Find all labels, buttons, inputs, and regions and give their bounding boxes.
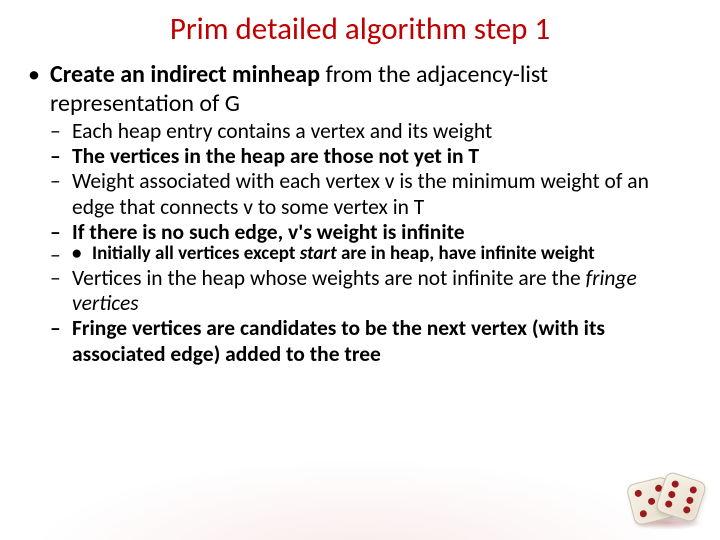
bullet-l2-2: The vertices in the heap are those not y… xyxy=(50,144,692,169)
bullet-list-level2a-cont: Initially all vertices except start are … xyxy=(50,243,692,265)
bullet-l2b-1-prefix: Vertices in the heap whose weights are n… xyxy=(72,265,586,291)
dice-icon xyxy=(626,454,708,532)
slide-title: Prim detailed algorithm step 1 xyxy=(28,10,692,48)
wrapper-l3: Initially all vertices except start are … xyxy=(50,243,692,265)
bullet-l1-1-bold: Create an indirect minheap xyxy=(50,60,320,89)
bottom-glow xyxy=(0,450,720,540)
bullet-l2c-1: Fringe vertices are candidates to be the… xyxy=(50,316,692,367)
bullet-list-level2a: Each heap entry contains a vertex and it… xyxy=(50,119,692,246)
bullet-list-level1: Create an indirect minheap from the adja… xyxy=(28,60,692,367)
bullet-l1-1: Create an indirect minheap from the adja… xyxy=(28,60,692,367)
bullet-list-level2b: Vertices in the heap whose weights are n… xyxy=(50,266,692,367)
die-right xyxy=(655,471,708,524)
bullet-l2b-1: Vertices in the heap whose weights are n… xyxy=(50,266,692,317)
bullet-l3-1: Initially all vertices except start are … xyxy=(72,243,692,265)
bullet-l2-3: Weight associated with each vertex v is … xyxy=(50,169,692,220)
bullet-l2-1: Each heap entry contains a vertex and it… xyxy=(50,119,692,144)
slide: Prim detailed algorithm step 1 Create an… xyxy=(0,0,720,540)
dice-shadow xyxy=(632,516,704,530)
bullet-l3-1-rest: are in heap, have infinite weight xyxy=(337,242,595,265)
bullet-l3-1-prefix: Initially all vertices except xyxy=(92,242,300,265)
die-left xyxy=(626,476,677,527)
bullet-list-level3: Initially all vertices except start are … xyxy=(72,243,692,265)
bullet-l3-1-italic: start xyxy=(300,242,337,265)
